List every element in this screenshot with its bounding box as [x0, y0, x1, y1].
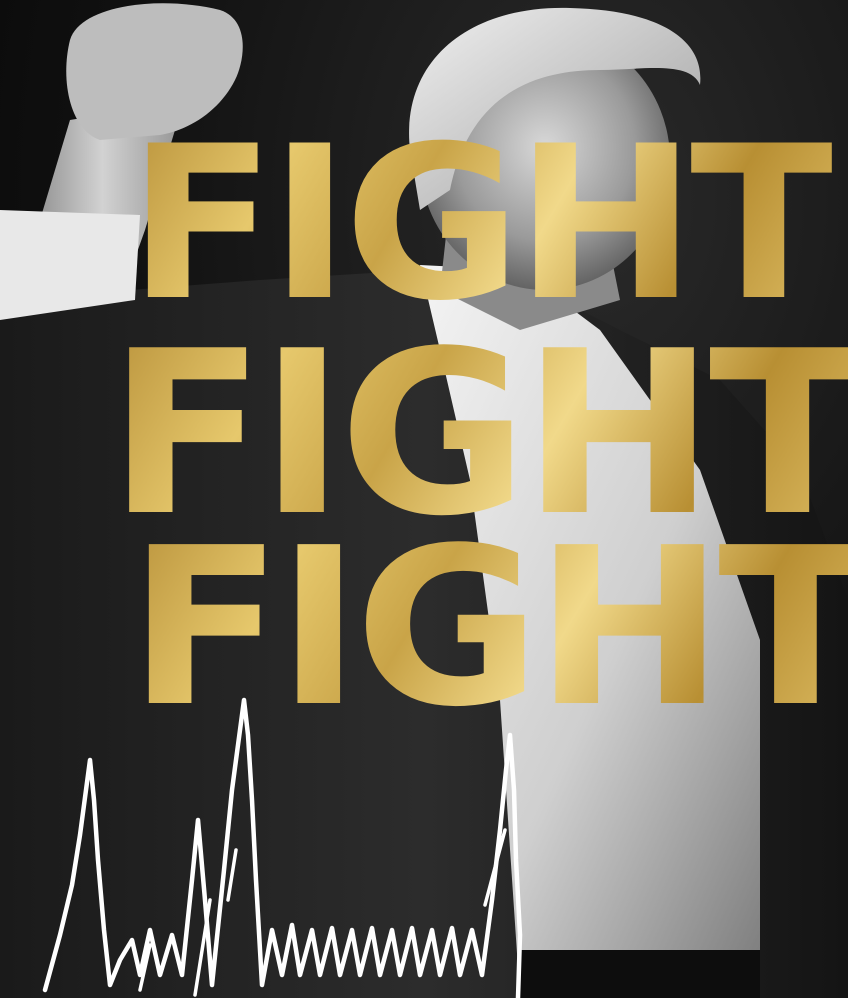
poster: FIGHT FIGHT FIGHT	[0, 0, 848, 998]
signature	[42, 697, 523, 998]
